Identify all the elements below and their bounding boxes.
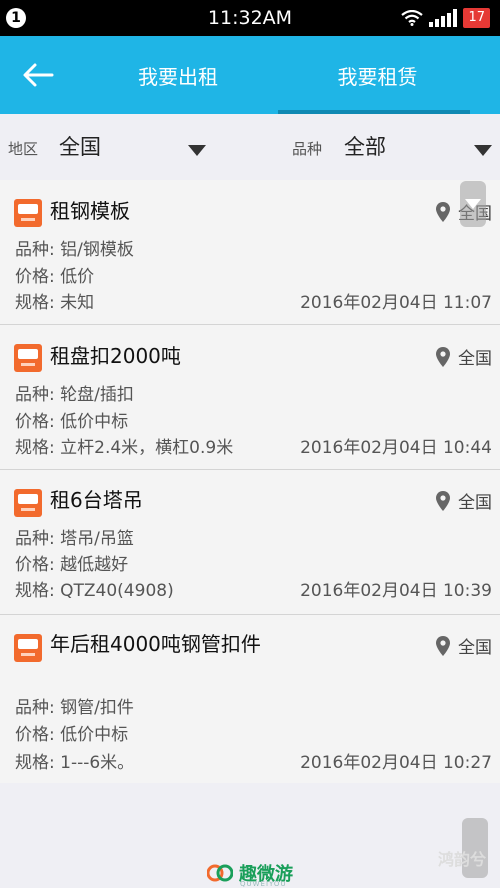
listing-date: 2016年02月04日 10:27 <box>300 753 492 773</box>
listing-price: 价格: 越低越好 <box>15 555 129 575</box>
listing-location: 全国 <box>436 488 492 513</box>
listing-spec: 规格: 未知 <box>15 293 95 313</box>
listing-price: 价格: 低价中标 <box>15 725 129 745</box>
listing-location: 全国 <box>436 344 492 369</box>
list-item[interactable]: 租钢模板 全国 品种: 铝/钢模板 价格: 低价 规格: 未知 2016年02月… <box>0 180 500 325</box>
listing-date: 2016年02月04日 10:44 <box>300 438 492 458</box>
listing-title: 年后租4000吨钢管扣件 <box>50 632 261 656</box>
region-filter-label: 地区 <box>8 140 39 158</box>
listing-date: 2016年02月04日 11:07 <box>300 293 492 313</box>
back-arrow-icon[interactable] <box>22 62 54 88</box>
tab-rent-out[interactable]: 我要出租 <box>100 36 256 114</box>
region-dropdown-caret-icon[interactable] <box>188 145 206 156</box>
category-filter-value[interactable]: 全部 <box>344 131 386 161</box>
listing-list: 租钢模板 全国 品种: 铝/钢模板 价格: 低价 规格: 未知 2016年02月… <box>0 180 500 783</box>
category-dropdown-caret-icon[interactable] <box>474 145 492 156</box>
rent-tag-icon <box>14 634 42 662</box>
location-pin-icon <box>436 346 450 367</box>
scroll-thumb[interactable] <box>460 181 486 227</box>
listing-category: 品种: 铝/钢模板 <box>15 240 134 260</box>
listing-date: 2016年02月04日 10:39 <box>300 581 492 601</box>
filter-bar: 地区 全国 品种 全部 <box>0 114 500 180</box>
listing-price: 价格: 低价 <box>15 267 95 287</box>
listing-location-text: 全国 <box>458 349 492 369</box>
listing-category: 品种: 塔吊/吊篮 <box>15 529 134 549</box>
listing-location: 全国 <box>436 633 492 658</box>
rent-tag-icon <box>14 489 42 517</box>
list-item[interactable]: 租6台塔吊 全国 品种: 塔吊/吊篮 价格: 越低越好 规格: QTZ40(49… <box>0 470 500 615</box>
location-pin-icon <box>436 201 450 222</box>
wifi-icon <box>401 10 424 26</box>
rent-tag-icon <box>14 344 42 372</box>
corner-watermark: 鸿韵兮 <box>437 850 486 869</box>
watermark-subtext: QUWEIYOU <box>240 880 287 888</box>
rent-tag-icon <box>14 199 42 227</box>
list-item[interactable]: 年后租4000吨钢管扣件 全国 品种: 钢管/扣件 价格: 低价中标 规格: 1… <box>0 615 500 783</box>
listing-price: 价格: 低价中标 <box>15 412 129 432</box>
location-pin-icon <box>436 635 450 656</box>
listing-spec: 规格: QTZ40(4908) <box>15 581 174 601</box>
status-bar: 1 11:32AM 17 <box>0 0 500 36</box>
listing-location-text: 全国 <box>458 638 492 658</box>
listing-title: 租6台塔吊 <box>50 488 143 512</box>
app-bar: 我要出租 我要租赁 <box>0 36 500 114</box>
region-filter-value[interactable]: 全国 <box>59 131 101 161</box>
listing-title: 租钢模板 <box>50 199 130 223</box>
battery-indicator: 17 <box>463 8 490 28</box>
location-pin-icon <box>436 490 450 511</box>
listing-location-text: 全国 <box>458 493 492 513</box>
tab-rent-in[interactable]: 我要租赁 <box>290 36 465 114</box>
listing-spec: 规格: 立杆2.4米，横杠0.9米 <box>15 438 234 458</box>
category-filter-label: 品种 <box>292 140 323 158</box>
listing-title: 租盘扣2000吨 <box>50 344 181 368</box>
logo-icon <box>207 864 233 882</box>
listing-spec: 规格: 1---6米。 <box>15 753 135 773</box>
listing-category: 品种: 轮盘/插扣 <box>15 385 134 405</box>
signal-icon <box>429 9 458 27</box>
list-item[interactable]: 租盘扣2000吨 全国 品种: 轮盘/插扣 价格: 低价中标 规格: 立杆2.4… <box>0 325 500 470</box>
listing-category: 品种: 钢管/扣件 <box>15 698 134 718</box>
status-icons: 17 <box>401 8 490 28</box>
